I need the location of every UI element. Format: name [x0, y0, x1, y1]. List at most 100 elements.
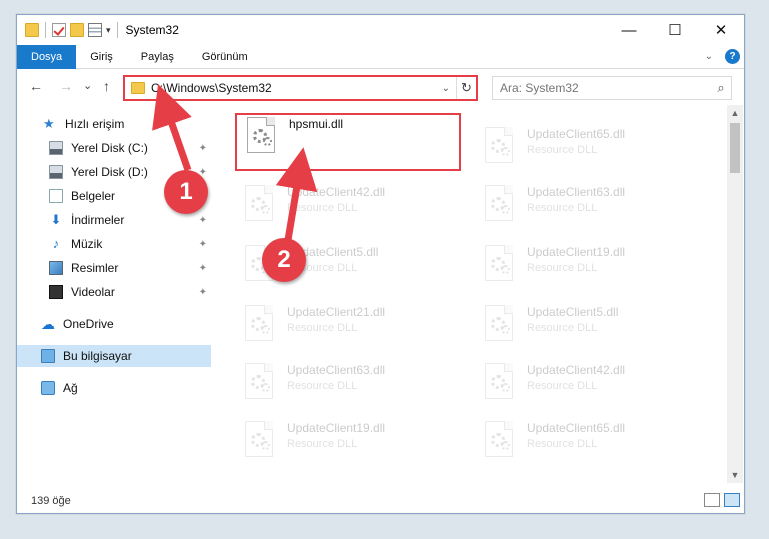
file-name: hpsmui.dll	[289, 117, 344, 131]
back-button[interactable]: ←	[29, 78, 43, 94]
file-item[interactable]: UpdateClient19.dll Resource DLL	[475, 243, 695, 293]
sidebar-item-local-disk-c[interactable]: Yerel Disk (C:) ✦	[17, 137, 211, 159]
tab-giris[interactable]: Giriş	[76, 45, 127, 69]
sidebar-item-label: Hızlı erişim	[65, 117, 125, 131]
new-folder-icon[interactable]	[70, 23, 84, 37]
file-item-selected[interactable]: hpsmui.dll	[235, 113, 461, 171]
navigation-pane: ★ Hızlı erişim Yerel Disk (C:) ✦ Yerel D…	[17, 113, 213, 483]
ribbon-tabs: Dosya Giriş Paylaş Görünüm ⌄ ?	[17, 44, 744, 69]
step-badge-1: 1	[164, 170, 208, 214]
tab-gorunum[interactable]: Görünüm	[188, 45, 262, 69]
file-description: Resource DLL	[527, 322, 598, 334]
dll-file-icon	[241, 303, 277, 347]
drive-icon	[49, 141, 63, 155]
file-item[interactable]: UpdateClient5.dll Resource DLL	[475, 303, 695, 353]
file-description: Resource DLL	[287, 438, 358, 450]
file-item[interactable]: UpdateClient65.dll Resource DLL	[475, 419, 695, 469]
quick-access-toolbar: ▾	[17, 22, 120, 38]
folder-icon[interactable]	[25, 23, 39, 37]
search-input[interactable]	[500, 81, 711, 95]
large-icons-view-icon[interactable]	[724, 493, 740, 507]
up-button[interactable]: ↑	[103, 78, 110, 94]
details-view-icon[interactable]	[704, 493, 720, 507]
tab-dosya[interactable]: Dosya	[17, 44, 77, 69]
file-item[interactable]: UpdateClient42.dll Resource DLL	[235, 183, 455, 233]
address-dropdown-icon[interactable]: ⌄	[442, 83, 450, 94]
search-box[interactable]: ⌕	[492, 76, 732, 100]
dll-file-icon	[481, 361, 517, 405]
file-description: Resource DLL	[527, 202, 598, 214]
sidebar-item-this-pc[interactable]: Bu bilgisayar	[17, 345, 211, 367]
sidebar-item-label: Videolar	[71, 285, 115, 299]
file-name: UpdateClient63.dll	[527, 185, 626, 199]
drive-icon	[49, 165, 63, 179]
sidebar-item-music[interactable]: ♪ Müzik ✦	[17, 233, 211, 255]
file-item[interactable]: UpdateClient21.dll Resource DLL	[235, 303, 455, 353]
customize-toolbar-dropdown-icon[interactable]: ▾	[106, 25, 111, 36]
file-name: UpdateClient19.dll	[527, 245, 626, 259]
scrollbar-thumb[interactable]	[730, 123, 740, 173]
pin-icon[interactable]: ✦	[199, 215, 207, 226]
pin-icon[interactable]: ✦	[199, 143, 207, 154]
address-path[interactable]: C:\Windows\System32	[151, 81, 442, 95]
sidebar-item-label: Ağ	[63, 381, 78, 395]
properties-icon[interactable]	[88, 23, 102, 37]
videos-icon	[49, 285, 63, 299]
file-name: UpdateClient63.dll	[287, 363, 386, 377]
help-icon[interactable]: ?	[725, 49, 740, 64]
recent-locations-button[interactable]: ⌄	[83, 79, 92, 92]
sidebar-item-pictures[interactable]: Resimler ✦	[17, 257, 211, 279]
file-item[interactable]: UpdateClient65.dll Resource DLL	[475, 125, 695, 175]
minimize-button[interactable]: —	[606, 15, 652, 45]
file-description: Resource DLL	[527, 144, 598, 156]
file-name: UpdateClient42.dll	[287, 185, 386, 199]
toolbar-separator	[116, 22, 118, 38]
sidebar-item-label: Müzik	[71, 237, 103, 251]
pin-icon[interactable]: ✦	[199, 239, 207, 250]
expand-ribbon-icon[interactable]: ⌄	[705, 51, 713, 62]
file-item[interactable]: UpdateClient42.dll Resource DLL	[475, 361, 695, 411]
sidebar-item-network[interactable]: Ağ	[17, 377, 211, 399]
cloud-icon: ☁	[41, 316, 55, 332]
dll-file-icon	[481, 243, 517, 287]
close-button[interactable]: ✕	[698, 15, 744, 45]
pin-icon[interactable]: ✦	[199, 287, 207, 298]
file-description: Resource DLL	[287, 380, 358, 392]
sidebar-item-label: Yerel Disk (C:)	[71, 141, 148, 155]
file-name: UpdateClient65.dll	[527, 421, 626, 435]
sidebar-item-videos[interactable]: Videolar ✦	[17, 281, 211, 303]
file-name: UpdateClient19.dll	[287, 421, 386, 435]
pin-icon[interactable]: ✦	[199, 263, 207, 274]
file-item[interactable]: UpdateClient63.dll Resource DLL	[475, 183, 695, 233]
toolbar-separator	[45, 22, 46, 38]
address-bar[interactable]: C:\Windows\System32 ⌄ ↻	[123, 75, 478, 101]
sidebar-item-label: Bu bilgisayar	[63, 349, 132, 363]
dll-file-icon	[481, 303, 517, 347]
network-icon	[41, 381, 55, 395]
dll-file-icon	[241, 419, 277, 463]
file-description: Resource DLL	[287, 322, 358, 334]
ribbon-right-controls: ⌄ ?	[705, 49, 740, 64]
search-icon[interactable]: ⌕	[711, 80, 731, 96]
file-description: Resource DLL	[527, 380, 598, 392]
step-badge-2: 2	[262, 238, 306, 282]
vertical-scrollbar[interactable]: ▲ ▼	[727, 105, 743, 483]
sidebar-item-onedrive[interactable]: ☁ OneDrive	[17, 313, 211, 335]
download-icon: ⬇	[50, 212, 62, 227]
scroll-down-icon[interactable]: ▼	[727, 467, 743, 483]
sidebar-item-quick-access[interactable]: ★ Hızlı erişim	[17, 113, 211, 135]
scroll-up-icon[interactable]: ▲	[727, 105, 743, 121]
file-item[interactable]: UpdateClient19.dll Resource DLL	[235, 419, 455, 469]
dll-file-icon	[241, 183, 277, 227]
properties-check-icon[interactable]	[52, 23, 66, 37]
forward-button[interactable]: →	[59, 78, 73, 94]
maximize-button[interactable]: ☐	[652, 15, 698, 45]
dll-file-icon	[481, 419, 517, 463]
sidebar-item-label: OneDrive	[63, 317, 114, 331]
file-item[interactable]: UpdateClient63.dll Resource DLL	[235, 361, 455, 411]
sidebar-item-label: İndirmeler	[71, 213, 125, 227]
sidebar-item-label: Belgeler	[71, 189, 116, 203]
refresh-button[interactable]: ↻	[456, 77, 476, 99]
folder-icon	[131, 82, 145, 94]
tab-paylas[interactable]: Paylaş	[127, 45, 188, 69]
